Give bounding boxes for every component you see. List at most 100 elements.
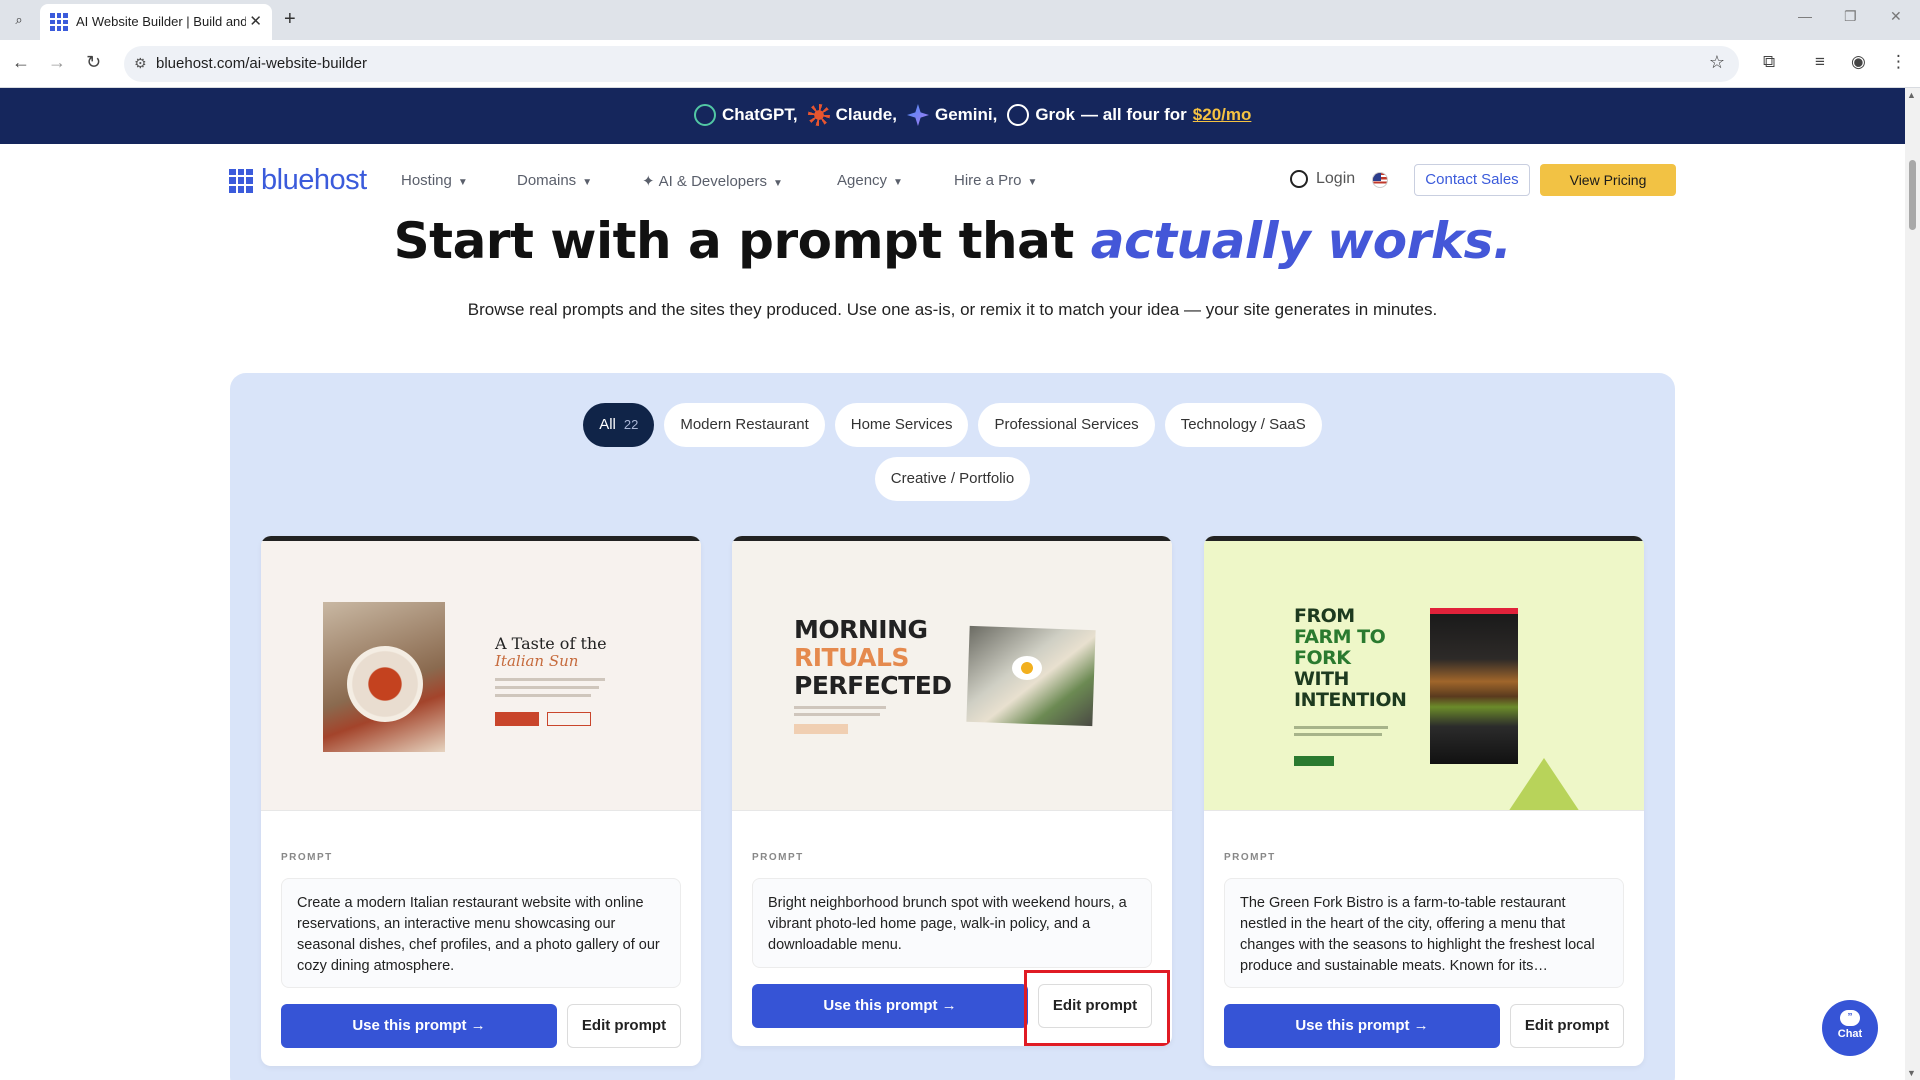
- preview-heading-accent: Italian Sun: [495, 652, 579, 670]
- page-scrollbar[interactable]: ▲ ▼: [1905, 88, 1920, 1080]
- pasta-plate: [347, 646, 423, 722]
- nav-ai-developers[interactable]: ✦ AI & Developers ▼: [642, 172, 783, 190]
- preview-button: [1294, 756, 1334, 766]
- preview-heading-line: RITUALS: [794, 643, 909, 672]
- filter-creative-portfolio[interactable]: Creative / Portfolio: [874, 457, 1031, 501]
- preview-heading-line: FARM TO: [1294, 626, 1386, 648]
- chatgpt-icon: [694, 104, 716, 126]
- preview-heading-line: FROM: [1294, 605, 1355, 627]
- address-bar[interactable]: ⚙ bluehost.com/ai-website-builder ☆: [124, 46, 1739, 82]
- highlight-box: [1024, 970, 1170, 1046]
- prompt-text: The Green Fork Bistro is a farm-to-table…: [1224, 878, 1624, 988]
- reload-icon[interactable]: ↻: [86, 52, 101, 73]
- forward-icon[interactable]: →: [48, 52, 66, 73]
- close-window-icon[interactable]: ✕: [1890, 8, 1902, 25]
- url-text[interactable]: bluehost.com/ai-website-builder: [156, 55, 367, 72]
- preview-text-line: [794, 713, 880, 716]
- logo-text: bluehost: [261, 164, 367, 196]
- view-pricing-button[interactable]: View Pricing: [1540, 164, 1676, 196]
- browser-tab[interactable]: AI Website Builder | Build and L ✕: [40, 4, 272, 40]
- site-preview-image[interactable]: A Taste of the Italian Sun: [261, 536, 701, 811]
- burger-photo: [1430, 608, 1518, 764]
- nav-label: Hosting: [401, 172, 452, 189]
- promo-item: Gemini,: [934, 105, 998, 124]
- egg-shape: [1012, 656, 1042, 680]
- minimize-icon[interactable]: —: [1798, 8, 1812, 24]
- login-link[interactable]: Login: [1290, 170, 1355, 188]
- promo-item: ChatGPT,: [722, 105, 798, 124]
- media-icon[interactable]: ≡: [1815, 52, 1825, 72]
- preview-heading-line: INTENTION: [1294, 689, 1407, 711]
- back-icon[interactable]: ←: [12, 52, 30, 73]
- bluehost-logo[interactable]: bluehost: [229, 164, 367, 197]
- login-label: Login: [1316, 170, 1356, 187]
- prompt-gallery: All 22 Modern Restaurant Home Services Pr…: [230, 373, 1675, 1080]
- browser-toolbar: ← → ↻ ⚙ bluehost.com/ai-website-builder …: [0, 40, 1920, 88]
- caret-down-icon: ▼: [457, 177, 468, 188]
- preview-text-line: [1294, 733, 1382, 736]
- restore-icon[interactable]: ❐: [1844, 8, 1857, 25]
- preview-text-line: [495, 678, 605, 681]
- prompt-label: PROMPT: [1224, 852, 1276, 863]
- chat-bubble-icon: ”: [1840, 1010, 1860, 1026]
- filter-count: 22: [623, 417, 639, 432]
- logo-grid-icon: [229, 168, 253, 193]
- prompt-card: MORNING RITUALS PERFECTED PROMPT Bright …: [732, 536, 1172, 1046]
- scroll-thumb[interactable]: [1909, 160, 1916, 230]
- prompt-text: Bright neighborhood brunch spot with wee…: [752, 878, 1152, 968]
- bookmark-star-icon[interactable]: ☆: [1709, 52, 1725, 73]
- edit-prompt-button[interactable]: Edit prompt: [567, 1004, 681, 1048]
- site-info-icon[interactable]: ⚙: [134, 55, 147, 72]
- chat-button[interactable]: ” Chat: [1822, 1000, 1878, 1056]
- preview-heading: FROM FARM TO FORK WITH INTENTION: [1294, 605, 1407, 711]
- filter-label: All: [599, 416, 616, 433]
- filter-technology-saas[interactable]: Technology / SaaS: [1164, 403, 1322, 447]
- nav-label: Agency: [837, 172, 888, 189]
- preview-button: [495, 712, 539, 726]
- preview-button: [547, 712, 591, 726]
- extensions-icon[interactable]: ⧉: [1763, 52, 1775, 72]
- nav-hire-a-pro[interactable]: Hire a Pro ▼: [954, 172, 1037, 189]
- preview-heading-line: PERFECTED: [794, 671, 952, 700]
- gemini-icon: [906, 104, 929, 126]
- new-tab-icon[interactable]: +: [284, 8, 296, 31]
- prompt-label: PROMPT: [752, 852, 804, 863]
- menu-icon[interactable]: ⋮: [1890, 52, 1907, 72]
- nav-agency[interactable]: Agency ▼: [837, 172, 903, 189]
- contact-sales-button[interactable]: Contact Sales: [1414, 164, 1530, 196]
- chat-label: Chat: [1837, 1028, 1863, 1040]
- us-flag-icon[interactable]: [1372, 172, 1388, 188]
- filter-modern-restaurant[interactable]: Modern Restaurant: [664, 403, 825, 447]
- use-this-prompt-button[interactable]: Use this prompt →: [752, 984, 1028, 1028]
- user-icon: [1290, 170, 1308, 188]
- scroll-up-icon[interactable]: ▲: [1907, 90, 1916, 100]
- filter-chips: All 22 Modern Restaurant Home Services Pr…: [230, 403, 1675, 501]
- filter-professional-services[interactable]: Professional Services: [978, 403, 1155, 447]
- promo-price-link[interactable]: $20/mo: [1193, 105, 1252, 125]
- prompt-card: FROM FARM TO FORK WITH INTENTION PROMPT …: [1204, 536, 1644, 1066]
- preview-text-line: [495, 694, 591, 697]
- site-preview-image[interactable]: MORNING RITUALS PERFECTED: [732, 536, 1172, 811]
- edit-prompt-button[interactable]: Edit prompt: [1510, 1004, 1624, 1048]
- nav-hosting[interactable]: Hosting ▼: [401, 172, 468, 189]
- filter-all[interactable]: All 22: [583, 403, 655, 447]
- tab-search-icon[interactable]: ⌕: [6, 8, 32, 32]
- nav-label: Domains: [517, 172, 577, 189]
- promo-item: Claude,: [835, 105, 897, 124]
- preview-bar: [732, 536, 1172, 541]
- claude-icon: [807, 104, 830, 126]
- site-preview-image[interactable]: FROM FARM TO FORK WITH INTENTION: [1204, 536, 1644, 811]
- nav-domains[interactable]: Domains ▼: [517, 172, 592, 189]
- preview-heading: MORNING RITUALS PERFECTED: [794, 616, 952, 700]
- hero-title-emphasis: actually works.: [1090, 212, 1512, 270]
- filter-home-services[interactable]: Home Services: [834, 403, 969, 447]
- leaf-shape: [1504, 758, 1584, 810]
- sparkle-icon: ✦: [642, 173, 655, 190]
- nav-label: Hire a Pro: [954, 172, 1022, 189]
- scroll-down-icon[interactable]: ▼: [1907, 1068, 1916, 1078]
- site-header: bluehost Hosting ▼ Domains ▼ ✦ AI & Develop…: [0, 144, 1905, 216]
- use-this-prompt-button[interactable]: Use this prompt →: [1224, 1004, 1500, 1048]
- profile-icon[interactable]: ◉: [1851, 52, 1866, 72]
- use-this-prompt-button[interactable]: Use this prompt →: [281, 1004, 557, 1048]
- tab-close-icon[interactable]: ✕: [249, 12, 262, 30]
